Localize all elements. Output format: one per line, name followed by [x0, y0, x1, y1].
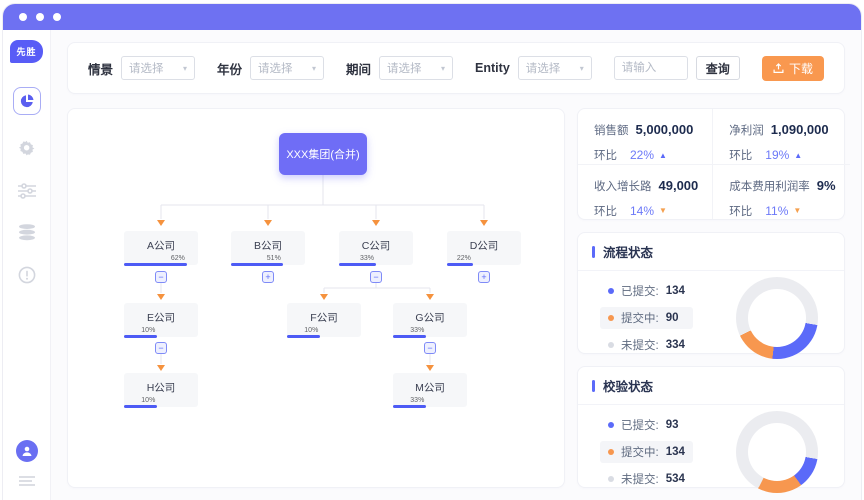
chevron-down-icon: ▾: [580, 64, 584, 73]
entity-select[interactable]: 请选择 ▾: [518, 56, 592, 80]
window-maximize-dot[interactable]: [53, 13, 61, 21]
kpi-net-profit: 净利润1,090,000 环比19%▲: [713, 109, 849, 165]
progress-bar: [124, 263, 187, 266]
legend-item-not-submitted[interactable]: 未提交: 534: [600, 468, 693, 490]
kpi-panel: 销售额5,000,000 环比22%▲ 净利润1,090,000 环比19%▲ …: [577, 108, 845, 220]
sidebar-item-filters[interactable]: [18, 183, 36, 199]
org-node-e[interactable]: E公司 10%: [124, 303, 198, 337]
org-node-d[interactable]: D公司 22%: [447, 231, 521, 265]
progress-bar: [231, 263, 283, 266]
year-select[interactable]: 请选择 ▾: [250, 56, 324, 80]
sidebar-item-database[interactable]: [18, 224, 36, 241]
sidebar-item-dashboard[interactable]: [13, 87, 41, 115]
expand-toggle-d[interactable]: +: [478, 271, 490, 283]
window-titlebar: [3, 4, 861, 30]
sidebar-item-settings[interactable]: [18, 140, 36, 158]
legend-item-submitted[interactable]: 已提交: 93: [600, 414, 693, 436]
legend-dot: [608, 288, 614, 294]
user-icon: [21, 445, 33, 457]
sidebar-item-logs[interactable]: [19, 476, 35, 488]
kpi-cost-profit-ratio: 成本费用利润率9% 环比11%▼: [713, 165, 849, 220]
org-chart-panel: XXX集团(合并) A公司 62% B公司 51% C公司 33%: [67, 108, 565, 488]
org-node-a[interactable]: A公司 62%: [124, 231, 198, 265]
legend-dot: [608, 342, 614, 348]
brand-logo: 先胜: [10, 40, 42, 63]
process-status-card: 流程状态 已提交: 134 提交: [577, 232, 845, 354]
warning-circle-icon: [18, 266, 36, 284]
progress-bar: [124, 335, 157, 338]
entity-label: Entity: [475, 61, 510, 75]
pie-chart-icon: [19, 93, 35, 109]
section-title: 流程状态: [603, 242, 653, 261]
download-icon: [773, 63, 784, 74]
app-window: 先胜: [3, 4, 861, 500]
legend-dot: [608, 315, 614, 321]
trend-up-icon: ▲: [794, 151, 802, 160]
user-avatar[interactable]: [16, 440, 38, 462]
expand-toggle-b[interactable]: +: [262, 271, 274, 283]
year-label: 年份: [217, 59, 242, 78]
progress-bar: [339, 263, 376, 266]
legend-item-submitted[interactable]: 已提交: 134: [600, 280, 693, 302]
org-node-h[interactable]: H公司 10%: [124, 373, 198, 407]
download-button[interactable]: 下载: [762, 56, 824, 81]
trend-down-icon: ▼: [793, 206, 801, 215]
legend-dot: [608, 449, 614, 455]
org-node-g[interactable]: G公司 33%: [393, 303, 467, 337]
legend-dot: [608, 422, 614, 428]
window-minimize-dot[interactable]: [36, 13, 44, 21]
collapse-toggle-a[interactable]: −: [155, 271, 167, 283]
list-icon: [19, 476, 35, 488]
org-node-f[interactable]: F公司 10%: [287, 303, 361, 337]
query-button[interactable]: 查询: [696, 56, 740, 80]
org-node-root[interactable]: XXX集团(合并): [279, 133, 367, 175]
period-select[interactable]: 请选择 ▾: [379, 56, 453, 80]
progress-bar: [393, 405, 426, 408]
gear-icon: [18, 140, 36, 158]
collapse-toggle-g[interactable]: −: [424, 342, 436, 354]
scenario-select[interactable]: 请选择 ▾: [121, 56, 195, 80]
collapse-toggle-e[interactable]: −: [155, 342, 167, 354]
progress-bar: [447, 263, 473, 266]
legend-dot: [608, 476, 614, 482]
keyword-input[interactable]: [614, 56, 688, 80]
period-label: 期间: [346, 59, 371, 78]
window-close-dot[interactable]: [19, 13, 27, 21]
title-marker: [592, 380, 595, 392]
database-icon: [18, 224, 36, 241]
sliders-icon: [18, 183, 36, 199]
section-title: 校验状态: [603, 376, 653, 395]
trend-up-icon: ▲: [659, 151, 667, 160]
trend-down-icon: ▼: [659, 206, 667, 215]
validation-status-donut: [736, 411, 818, 493]
legend-item-not-submitted[interactable]: 未提交: 334: [600, 334, 693, 356]
filter-toolbar: 情景 请选择 ▾ 年份 请选择 ▾ 期间 请选择: [67, 42, 845, 94]
org-node-m[interactable]: M公司 33%: [393, 373, 467, 407]
validation-status-card: 校验状态 已提交: 93 提交中: [577, 366, 845, 488]
legend-item-submitting[interactable]: 提交中: 134: [600, 441, 693, 463]
chevron-down-icon: ▾: [183, 64, 187, 73]
chevron-down-icon: ▾: [312, 64, 316, 73]
kpi-sales: 销售额5,000,000 环比22%▲: [578, 109, 713, 165]
legend-item-submitting[interactable]: 提交中: 90: [600, 307, 693, 329]
sidebar: 先胜: [3, 30, 51, 500]
collapse-toggle-c[interactable]: −: [370, 271, 382, 283]
scenario-label: 情景: [88, 59, 113, 78]
org-node-b[interactable]: B公司 51%: [231, 231, 305, 265]
progress-bar: [124, 405, 157, 408]
org-node-c[interactable]: C公司 33%: [339, 231, 413, 265]
sidebar-item-alerts[interactable]: [18, 266, 36, 284]
progress-bar: [393, 335, 426, 338]
progress-bar: [287, 335, 320, 338]
kpi-revenue-growth: 收入增长路49,000 环比14%▼: [578, 165, 713, 220]
process-status-donut: [736, 277, 818, 359]
chevron-down-icon: ▾: [441, 64, 445, 73]
title-marker: [592, 246, 595, 258]
